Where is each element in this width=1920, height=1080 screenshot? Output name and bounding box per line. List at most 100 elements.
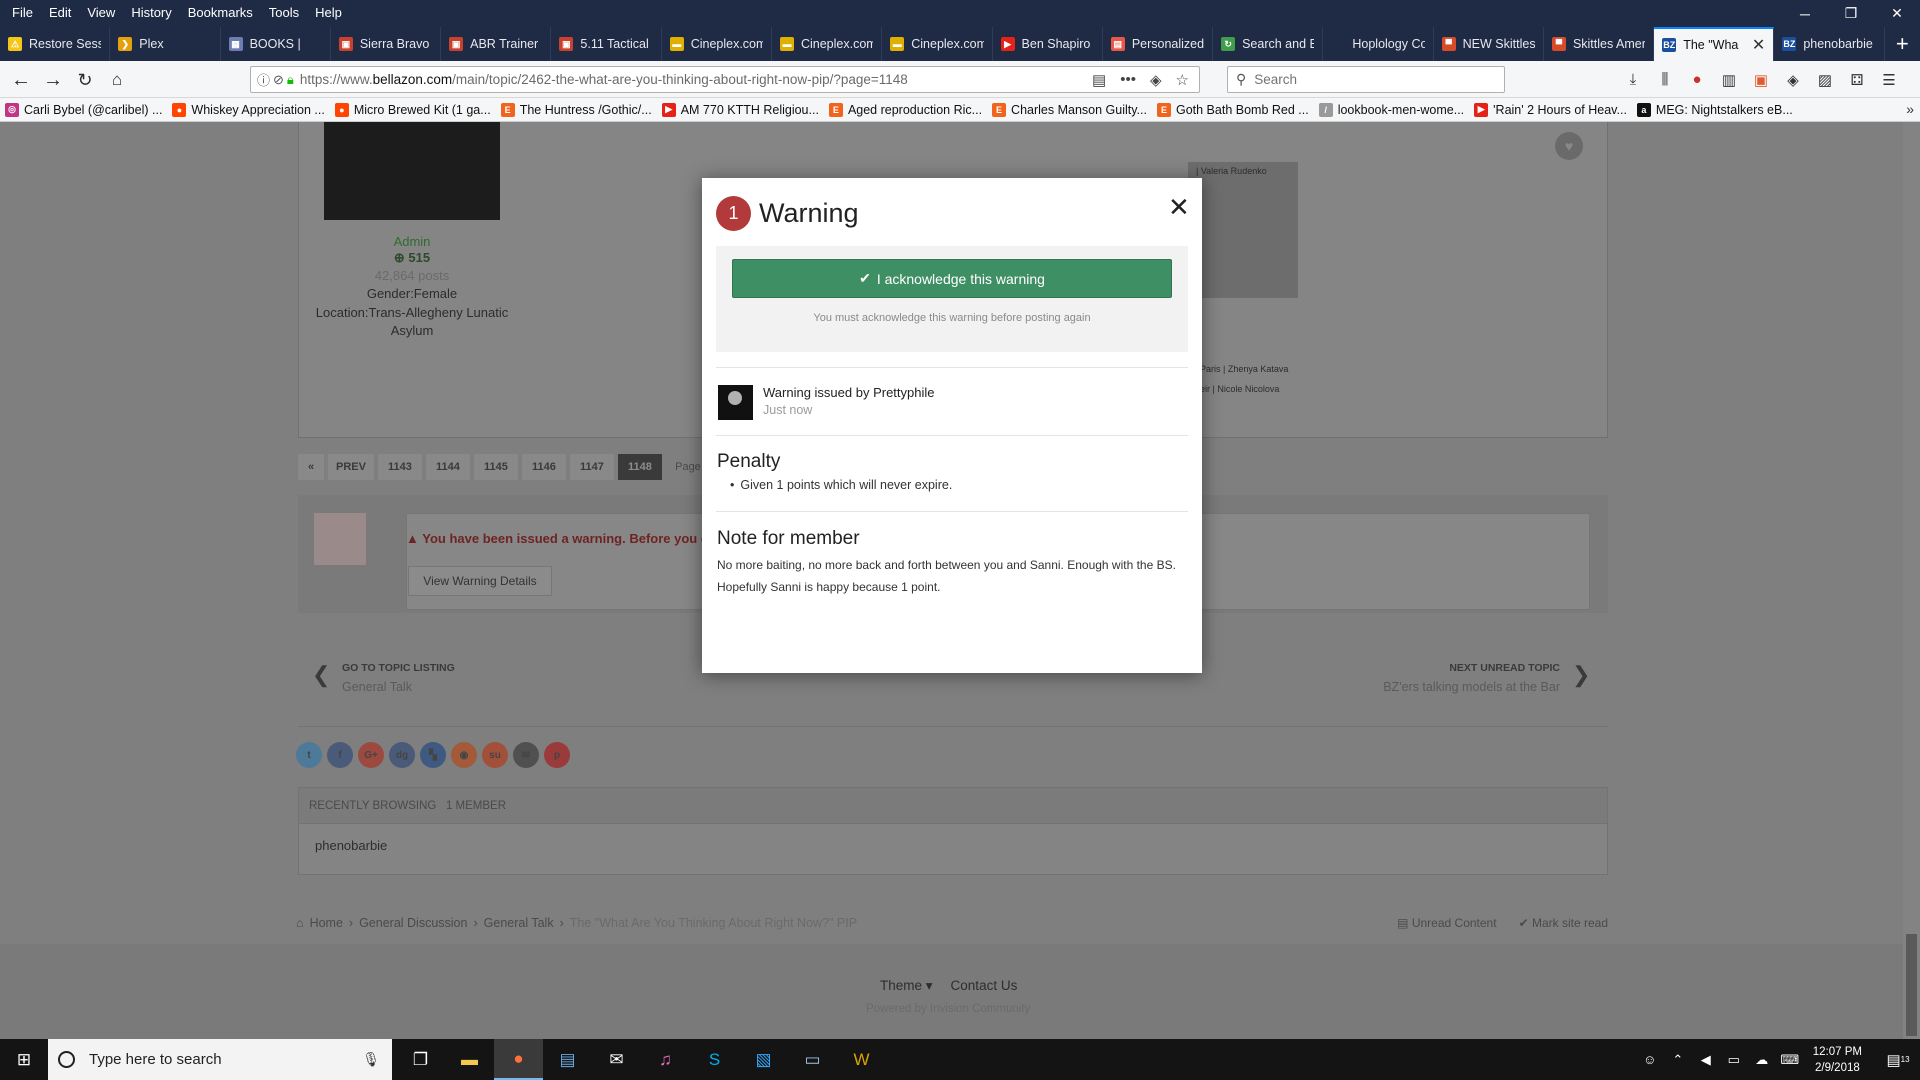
issuer-avatar[interactable]	[718, 385, 753, 420]
page-link[interactable]: 1143	[377, 454, 422, 480]
author-avatar[interactable]	[324, 122, 500, 220]
delicious-icon[interactable]: ▚	[420, 742, 446, 768]
current-page[interactable]: 1148	[617, 454, 662, 480]
notepad-icon[interactable]: ▭	[788, 1039, 837, 1080]
task-view-icon[interactable]: ❐	[396, 1039, 445, 1080]
network-app-icon[interactable]: ▤	[543, 1039, 592, 1080]
restore-button[interactable]: ❐	[1828, 0, 1874, 27]
home-button[interactable]: ⌂	[102, 65, 132, 95]
reader-view-icon[interactable]: ▤	[1092, 71, 1106, 89]
view-warning-details-button[interactable]: View Warning Details	[408, 566, 552, 596]
tab[interactable]: Hoplology Consu	[1323, 27, 1434, 61]
bookmark-item[interactable]: E Goth Bath Bomb Red ...	[1152, 102, 1314, 117]
bookmark-item[interactable]: ◎ Carli Bybel (@carlibel) ...	[0, 102, 167, 117]
bookmark-item[interactable]: ● Micro Brewed Kit (1 ga...	[330, 102, 496, 117]
menu-bookmarks[interactable]: Bookmarks	[180, 5, 261, 20]
pinterest-icon[interactable]: p	[544, 742, 570, 768]
keyboard-icon[interactable]: ⌨	[1779, 1052, 1801, 1068]
tab[interactable]: ▦ BOOKS |	[221, 27, 331, 61]
page-link[interactable]: 1147	[569, 454, 614, 480]
tab[interactable]: BZ phenobarbie	[1774, 27, 1885, 61]
breadcrumb-general-talk[interactable]: General Talk	[484, 916, 554, 930]
page-link[interactable]: 1146	[521, 454, 566, 480]
bookmark-star-icon[interactable]: ☆	[1176, 71, 1189, 89]
back-button[interactable]: ←	[6, 65, 36, 95]
bookmark-item[interactable]: E The Huntress /Gothic/...	[496, 102, 657, 117]
page-link[interactable]: 1145	[473, 454, 518, 480]
page-scrollbar[interactable]	[1903, 122, 1920, 1039]
breadcrumb-home[interactable]: Home	[310, 916, 343, 930]
network-icon[interactable]: ▭	[1723, 1052, 1745, 1068]
tab[interactable]: ▣ Sierra Bravo 1	[331, 27, 442, 61]
bookmark-item[interactable]: E Aged reproduction Ric...	[824, 102, 987, 117]
mail-icon[interactable]: ✉	[592, 1039, 641, 1080]
chevron-up-icon[interactable]: ⌃	[1667, 1052, 1689, 1068]
reddit-icon[interactable]: ◉	[451, 742, 477, 768]
menu-edit[interactable]: Edit	[41, 5, 79, 20]
googleplus-icon[interactable]: G+	[358, 742, 384, 768]
info-icon[interactable]: ⓘ	[257, 70, 270, 89]
tab[interactable]: ↻ Search and B	[1213, 27, 1324, 61]
menu-hamburger-icon[interactable]: ☰	[1876, 65, 1902, 94]
downloads-icon[interactable]: ⤓	[1620, 65, 1646, 94]
scrollbar-thumb[interactable]	[1906, 934, 1917, 1036]
theme-menu[interactable]: Theme ▾	[880, 978, 933, 994]
permissions-icon[interactable]: ⊘	[273, 72, 284, 88]
action-center-icon[interactable]: ▤ 13	[1876, 1039, 1920, 1080]
email-icon[interactable]: ✉	[513, 742, 539, 768]
topic-listing-sub[interactable]: General Talk	[342, 680, 412, 694]
next-topic-sub[interactable]: BZ'ers talking models at the Bar	[1340, 680, 1560, 694]
camera-icon[interactable]: ▨	[1812, 65, 1838, 94]
tab[interactable]: ❯ Plex	[110, 27, 221, 61]
firefox-icon[interactable]: ●	[494, 1039, 543, 1080]
unread-content-link[interactable]: ▤ Unread Content	[1397, 916, 1496, 930]
bookmark-item[interactable]: ▶ 'Rain' 2 Hours of Heav...	[1469, 102, 1632, 117]
tab[interactable]: ▣ 5.11 Tactical	[551, 27, 662, 61]
bookmark-item[interactable]: a MEG: Nightstalkers eB...	[1632, 102, 1798, 117]
facebook-icon[interactable]: f	[327, 742, 353, 768]
bookmark-item[interactable]: ▶ AM 770 KTTH Religiou...	[657, 102, 824, 117]
start-button[interactable]: ⊞	[0, 1039, 48, 1080]
prev-page-button[interactable]: PREV	[328, 454, 374, 480]
taskbar-search[interactable]: Type here to search 🎙︎	[48, 1039, 392, 1080]
first-page-button[interactable]: «	[298, 454, 324, 480]
close-window-button[interactable]: ✕	[1874, 0, 1920, 27]
tab[interactable]: ▤ Personalized	[1103, 27, 1214, 61]
tab[interactable]: ▬ Cineplex.com	[662, 27, 772, 61]
photoshop-icon[interactable]: ▧	[739, 1039, 788, 1080]
powered-by[interactable]: Powered by Invision Community	[866, 1003, 1030, 1015]
browsing-user[interactable]: phenobarbie	[299, 824, 1607, 867]
extension-badge-icon[interactable]: ●	[1684, 65, 1710, 94]
chevron-more-icon[interactable]: »	[1906, 101, 1914, 117]
bookmark-item[interactable]: / lookbook-men-wome...	[1314, 102, 1469, 117]
digg-icon[interactable]: dg	[389, 742, 415, 768]
chevron-left-icon[interactable]: ❮	[312, 662, 330, 688]
close-icon[interactable]: ✕	[1168, 194, 1190, 220]
skype-icon[interactable]: S	[690, 1039, 739, 1080]
tab[interactable]: ▣ ABR Trainer	[441, 27, 552, 61]
go-to-topic-listing[interactable]: GO TO TOPIC LISTING	[342, 662, 455, 674]
url-text[interactable]: https://www.bellazon.com/main/topic/2462…	[300, 72, 1092, 87]
sidebar-icon[interactable]: ▥	[1716, 65, 1742, 94]
extension-icon[interactable]: ◈	[1780, 65, 1806, 94]
new-tab-button[interactable]: +	[1885, 27, 1920, 61]
contact-us-link[interactable]: Contact Us	[951, 978, 1018, 994]
url-bar[interactable]: ⓘ ⊘ 🔒︎ https://www.bellazon.com/main/top…	[250, 66, 1200, 93]
heart-icon[interactable]: ♥	[1555, 132, 1583, 160]
bookmark-item[interactable]: ● Whiskey Appreciation ...	[167, 102, 329, 117]
tab[interactable]: ▶ Ben Shapiro	[993, 27, 1103, 61]
pocket-icon[interactable]: ◈	[1150, 71, 1162, 89]
bookmark-item[interactable]: E Charles Manson Guilty...	[987, 102, 1152, 117]
next-unread-topic[interactable]: NEXT UNREAD TOPIC	[1380, 662, 1560, 674]
onedrive-icon[interactable]: ☁	[1751, 1052, 1773, 1068]
screenshot-icon[interactable]: ▣	[1748, 65, 1774, 94]
warcraft-icon[interactable]: W	[837, 1039, 886, 1080]
reload-button[interactable]: ↻	[70, 65, 100, 95]
menu-help[interactable]: Help	[307, 5, 350, 20]
tab[interactable]: ▬ Cineplex.com	[772, 27, 883, 61]
file-explorer-icon[interactable]: ▬	[445, 1039, 494, 1080]
breadcrumb-general-discussion[interactable]: General Discussion	[359, 916, 467, 930]
tab[interactable]: ▀ Skittles Amer	[1544, 27, 1655, 61]
close-tab-icon[interactable]: ✕	[1752, 35, 1765, 55]
itunes-icon[interactable]: ♫	[641, 1039, 690, 1080]
